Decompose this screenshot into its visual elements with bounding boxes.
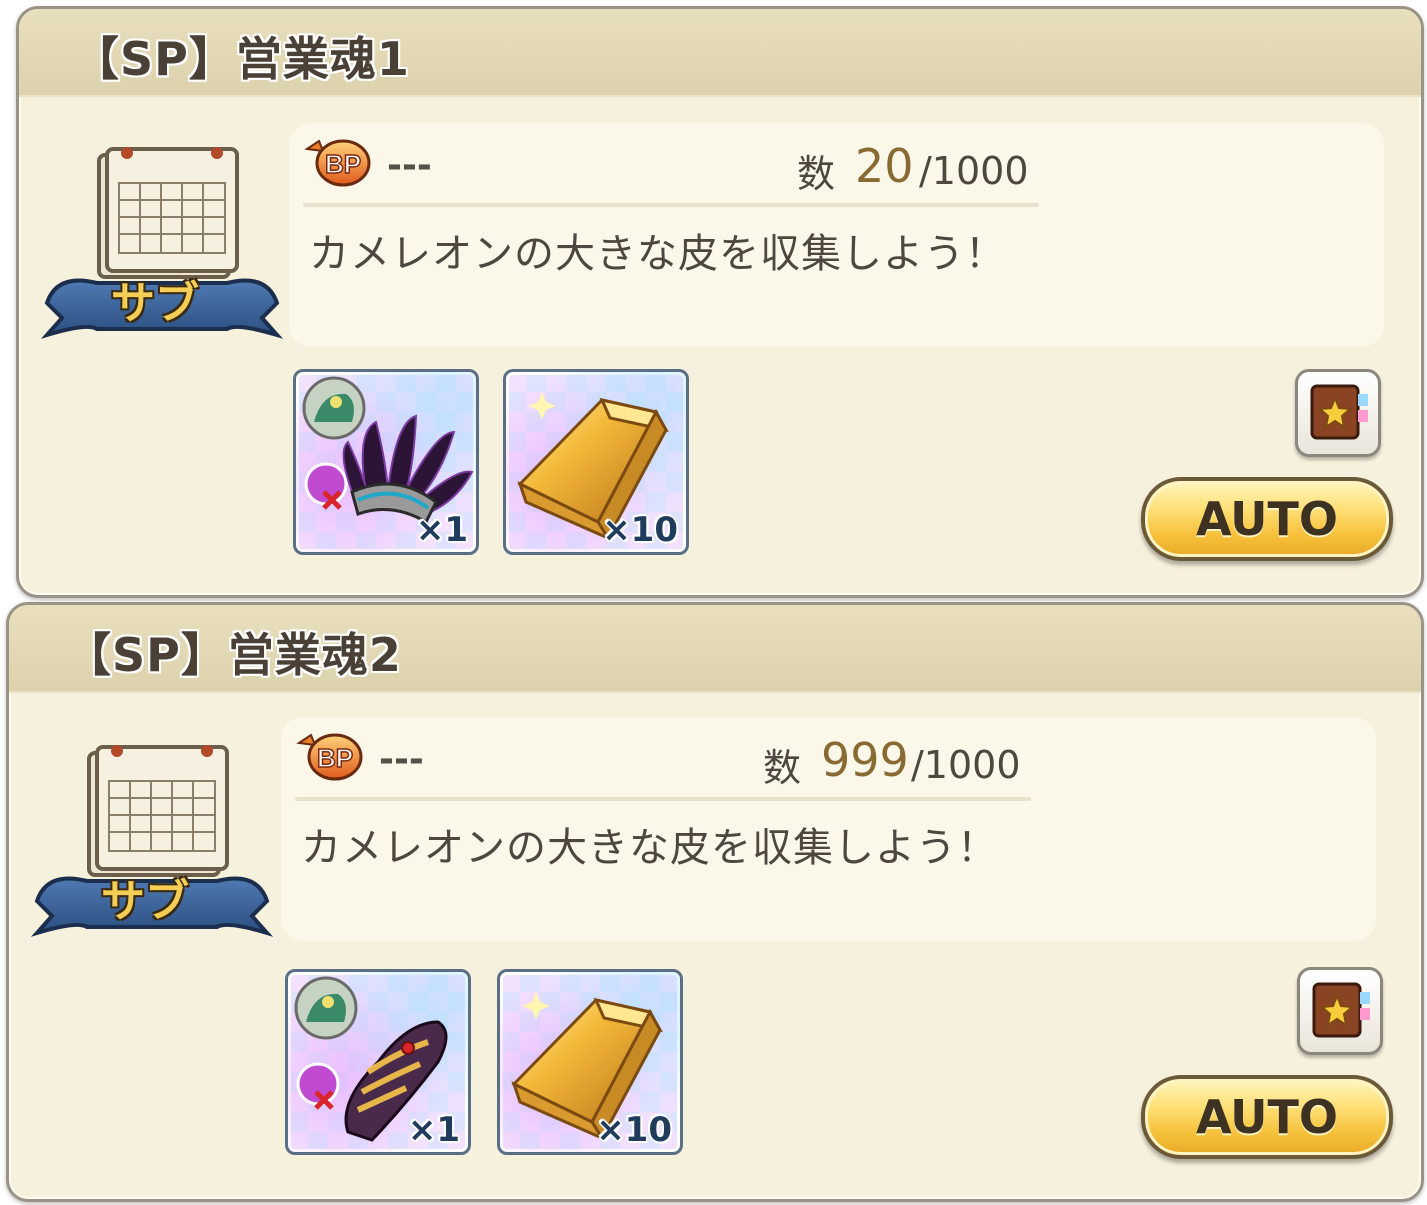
reward-item[interactable]: ×10 bbox=[503, 369, 689, 555]
quest-card: 【SP】営業魂1 サブ BP --- 数 20 /1000 カメレオンの大きな皮… bbox=[16, 6, 1424, 598]
quest-description: カメレオンの大きな皮を収集しよう！ bbox=[309, 231, 1006, 277]
star-book-icon bbox=[1310, 384, 1368, 440]
quest-card: 【SP】営業魂2 サブ BP --- 数 999 /1000 カメレオンの大きな… bbox=[6, 602, 1424, 1202]
count-current: 999 bbox=[821, 733, 909, 787]
reward-quantity: ×1 bbox=[407, 1110, 460, 1150]
quest-info-panel: BP --- 数 20 /1000 カメレオンの大きな皮を収集しよう！ bbox=[289, 123, 1384, 347]
count-label: 数 bbox=[797, 152, 836, 196]
quest-book-button[interactable] bbox=[1295, 369, 1381, 457]
quest-title: 【SP】営業魂1 bbox=[73, 32, 410, 86]
auto-button[interactable]: AUTO bbox=[1141, 1075, 1393, 1159]
svg-text:BP: BP bbox=[317, 743, 353, 773]
count-max: /1000 bbox=[911, 743, 1021, 787]
reward-quantity: ×1 bbox=[415, 510, 468, 550]
reward-item[interactable]: ×1 bbox=[285, 969, 471, 1155]
quest-info-panel: BP --- 数 999 /1000 カメレオンの大きな皮を収集しよう！ bbox=[281, 717, 1376, 941]
bp-icon: BP bbox=[296, 733, 363, 781]
reward-item[interactable]: ×10 bbox=[497, 969, 683, 1155]
count-max: /1000 bbox=[919, 149, 1029, 193]
emblem-label: サブ bbox=[101, 876, 189, 927]
auto-button[interactable]: AUTO bbox=[1141, 477, 1393, 561]
bp-value: --- bbox=[387, 145, 432, 186]
card-header: 【SP】営業魂1 bbox=[19, 9, 1421, 97]
reward-quantity: ×10 bbox=[602, 510, 678, 550]
count-label: 数 bbox=[763, 746, 802, 790]
emblem-label: サブ bbox=[111, 278, 199, 329]
reward-quantity: ×10 bbox=[596, 1110, 672, 1150]
quest-title: 【SP】営業魂2 bbox=[65, 628, 402, 682]
bp-icon: BP bbox=[304, 139, 371, 187]
divider bbox=[303, 203, 1039, 207]
svg-text:BP: BP bbox=[325, 149, 361, 179]
count-current: 20 bbox=[855, 139, 914, 193]
card-header: 【SP】営業魂2 bbox=[9, 605, 1421, 693]
quest-description: カメレオンの大きな皮を収集しよう！ bbox=[301, 825, 998, 871]
quest-book-button[interactable] bbox=[1297, 967, 1383, 1055]
reward-item[interactable]: ×1 bbox=[293, 369, 479, 555]
divider bbox=[295, 797, 1031, 801]
star-book-icon bbox=[1312, 982, 1370, 1038]
bp-value: --- bbox=[379, 739, 424, 780]
